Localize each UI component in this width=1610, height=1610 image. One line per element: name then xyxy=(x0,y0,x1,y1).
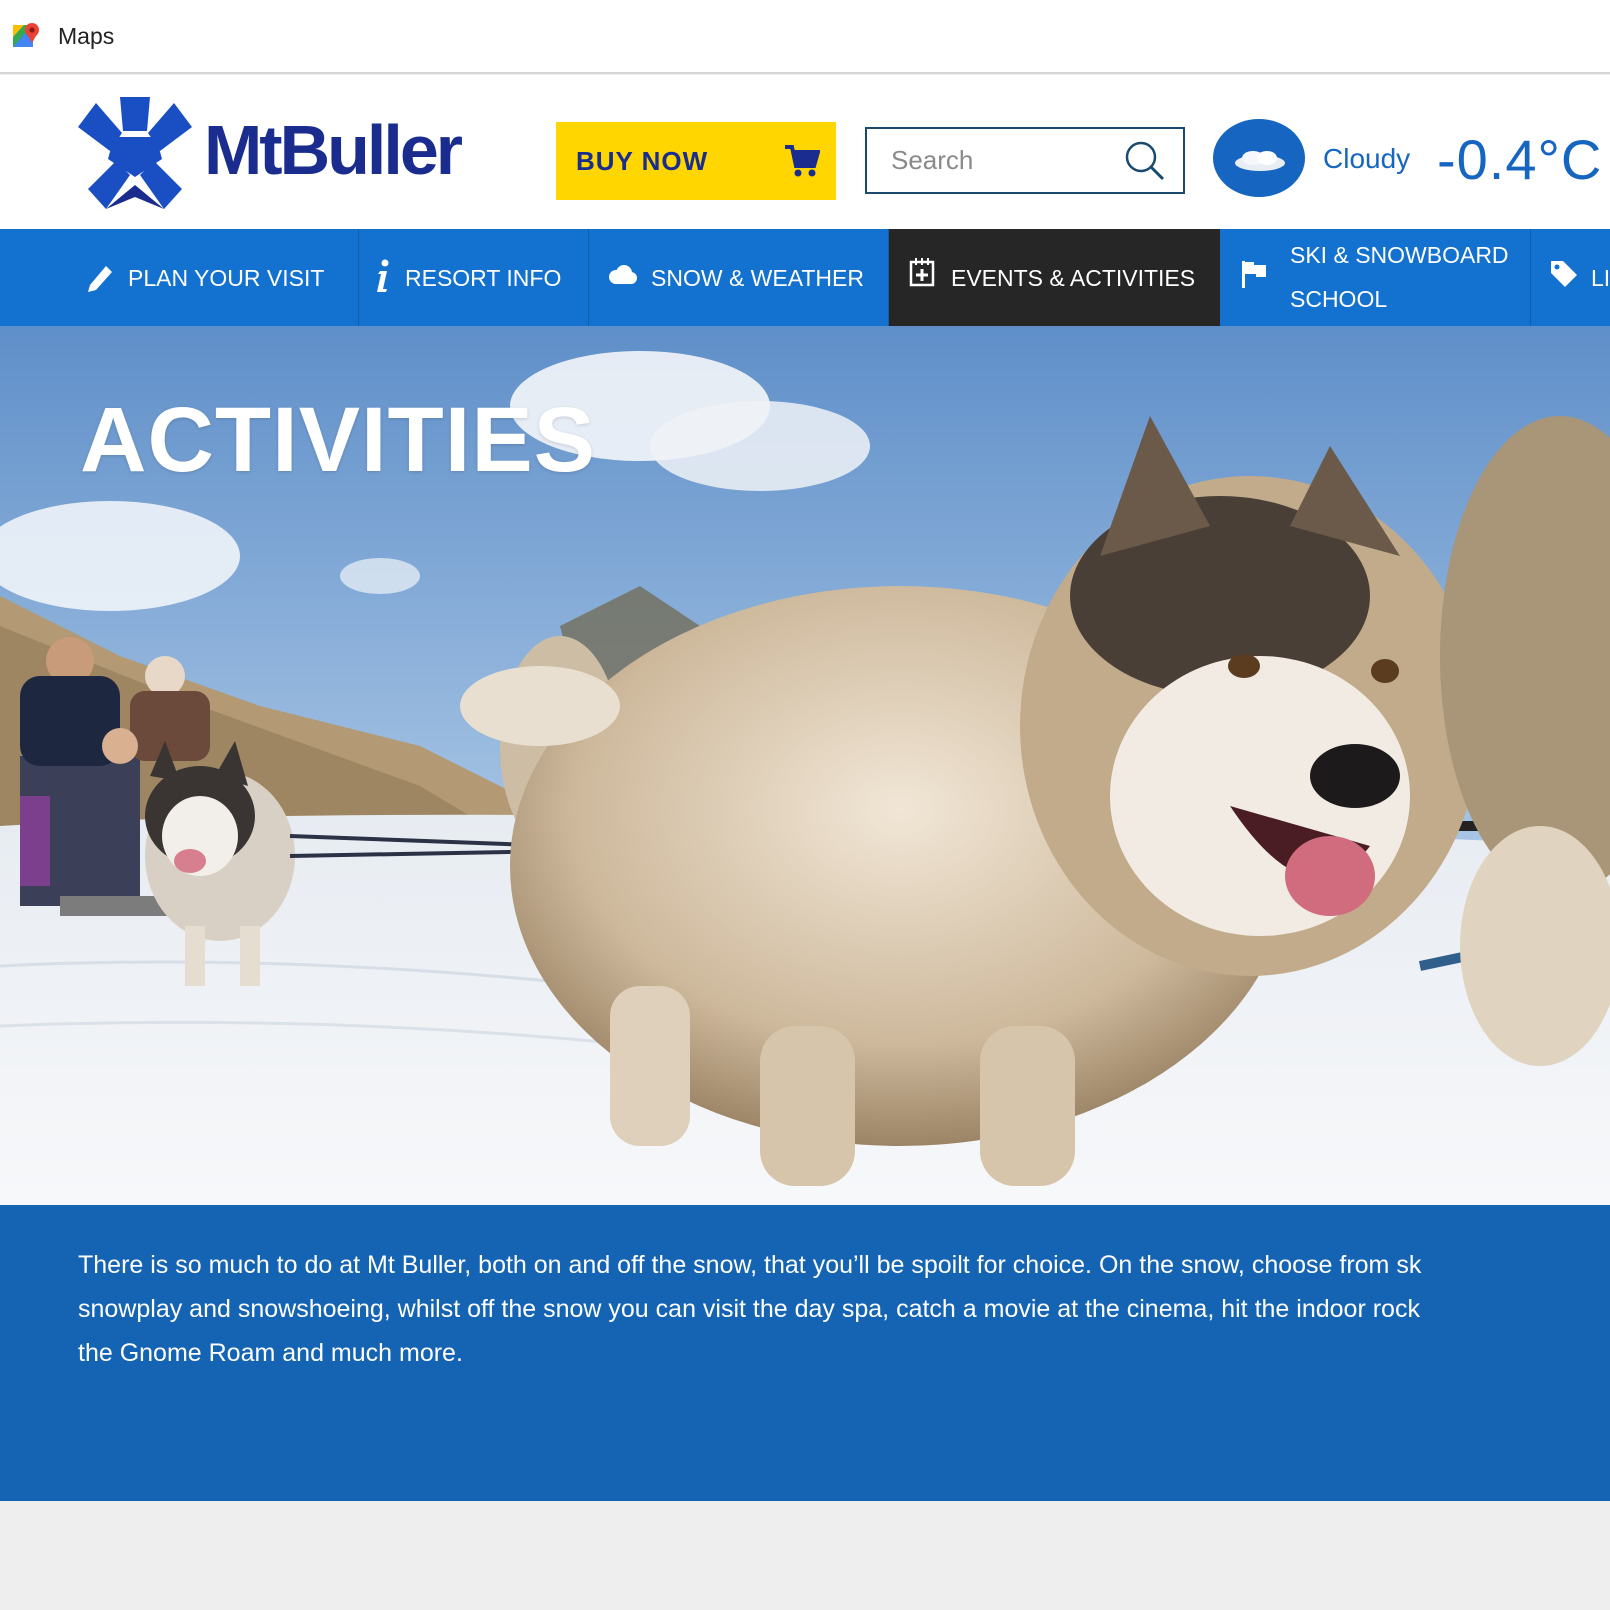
search-box xyxy=(865,127,1185,194)
window-title: Maps xyxy=(58,22,115,49)
intro-line: snowplay and snowshoeing, whilst off the… xyxy=(78,1295,1420,1323)
flag-icon xyxy=(1242,261,1266,288)
nav-label-line2: SCHOOL xyxy=(1290,286,1388,312)
nav-item-ski-snowboard-school[interactable]: SKI & SNOWBOARD SCHOOL xyxy=(1220,229,1531,326)
hero-banner: ACTIVITIES xyxy=(0,326,1610,1205)
logo-wordmark: MtBuller xyxy=(204,111,463,189)
mt-buller-logo[interactable]: MtBuller xyxy=(78,97,478,211)
info-icon xyxy=(377,259,389,292)
cloud-icon xyxy=(609,265,637,284)
title-bar: Maps xyxy=(0,0,1610,74)
intro-line: There is so much to do at Mt Buller, bot… xyxy=(78,1251,1422,1279)
nav-label: LI xyxy=(1591,265,1610,291)
snowflake-logo-icon xyxy=(78,97,192,209)
search-icon[interactable] xyxy=(1123,139,1167,183)
nav-item-plan-your-visit[interactable]: PLAN YOUR VISIT xyxy=(0,229,359,326)
nav-label: EVENTS & ACTIVITIES xyxy=(951,265,1196,291)
nav-label-line1: SKI & SNOWBOARD xyxy=(1290,242,1509,268)
site-header: MtBuller BUY NOW Cloud xyxy=(0,75,1610,229)
nav-item-resort-info[interactable]: RESORT INFO xyxy=(359,229,589,326)
nav-label: RESORT INFO xyxy=(405,265,562,291)
intro-line: the Gnome Roam and much more. xyxy=(78,1339,463,1367)
intro-text: There is so much to do at Mt Buller, bot… xyxy=(78,1243,1610,1375)
buy-now-label: BUY NOW xyxy=(576,145,709,176)
main-navigation: PLAN YOUR VISIT RESORT INFO SNOW & WEATH… xyxy=(0,229,1610,326)
intro-section: There is so much to do at Mt Buller, bot… xyxy=(0,1205,1610,1501)
cloudy-weather-icon xyxy=(1235,151,1285,171)
nav-item-snow-weather[interactable]: SNOW & WEATHER xyxy=(589,229,889,326)
nav-label: SNOW & WEATHER xyxy=(651,265,864,291)
shopping-cart-icon xyxy=(785,145,820,177)
weather-condition: Cloudy xyxy=(1323,143,1411,174)
weather-temperature: -0.4°C xyxy=(1437,128,1603,191)
maps-pin-icon xyxy=(13,23,39,47)
calendar-icon xyxy=(909,258,935,287)
search-input[interactable] xyxy=(867,129,1127,192)
nav-label: PLAN YOUR VISIT xyxy=(128,265,325,291)
pencil-icon xyxy=(88,266,112,292)
nav-item-events-activities[interactable]: EVENTS & ACTIVITIES xyxy=(889,229,1220,326)
weather-icon-badge xyxy=(1213,119,1305,197)
buy-now-button[interactable]: BUY NOW xyxy=(556,122,836,200)
app-window: Maps MtBuller BUY NOW Search Cloudy -0.4… xyxy=(0,0,1610,1610)
page-title: ACTIVITIES xyxy=(80,389,597,491)
tag-icon xyxy=(1551,261,1577,287)
nav-item-lift-tickets[interactable]: LI xyxy=(1531,229,1610,326)
